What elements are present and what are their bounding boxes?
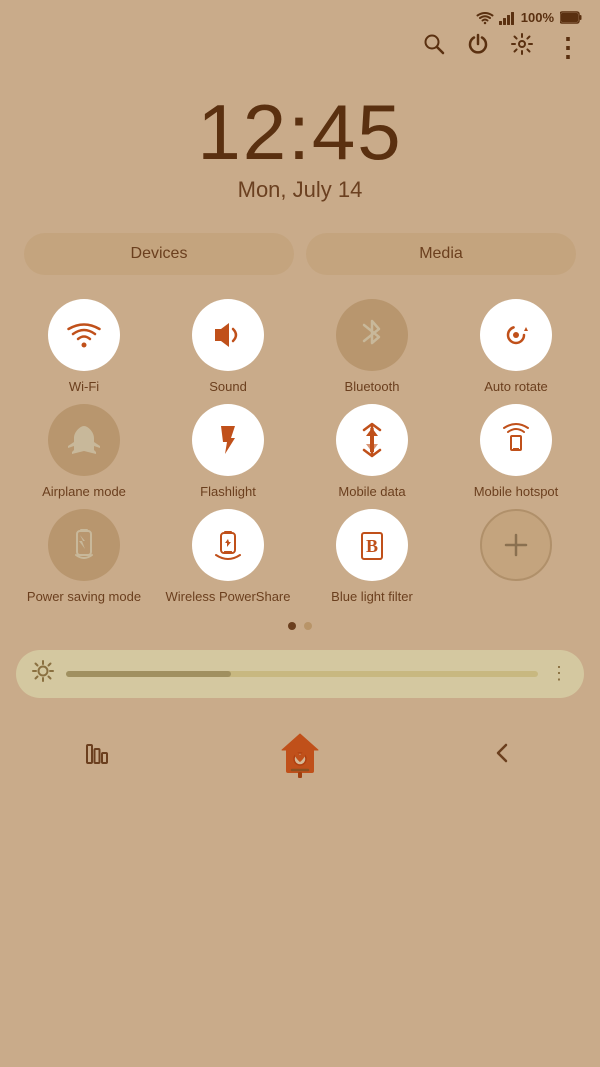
mobiledata-label: Mobile data: [338, 484, 405, 501]
status-bar: 100%: [0, 0, 600, 29]
signal-icons: [475, 11, 515, 25]
sound-label: Sound: [209, 379, 247, 396]
airplane-icon-circle: [48, 404, 120, 476]
signal-bars-icon: [499, 11, 515, 25]
wifi-icon-circle: [48, 299, 120, 371]
bluetooth-label: Bluetooth: [345, 379, 400, 396]
toggle-bluelightfilter[interactable]: B Blue light filter: [304, 509, 440, 606]
toggle-add[interactable]: [448, 509, 584, 606]
search-icon[interactable]: [423, 33, 445, 61]
flashlight-label: Flashlight: [200, 484, 256, 501]
recent-apps-icon[interactable]: [85, 741, 109, 771]
brightness-icon: [32, 660, 54, 688]
bluelight-icon-circle: B: [336, 509, 408, 581]
add-icon-circle: [480, 509, 552, 581]
settings-icon[interactable]: [511, 33, 533, 61]
sound-icon-circle: [192, 299, 264, 371]
wirelessshare-icon-circle: [192, 509, 264, 581]
toggle-powersaving[interactable]: Power saving mode: [16, 509, 152, 606]
mobilehotspot-label: Mobile hotspot: [474, 484, 559, 501]
powersaving-label: Power saving mode: [27, 589, 141, 606]
toggle-wirelesspowershare[interactable]: Wireless PowerShare: [160, 509, 296, 606]
svg-text:B: B: [366, 536, 378, 556]
toggle-wifi[interactable]: Wi-Fi: [16, 299, 152, 396]
airplane-label: Airplane mode: [42, 484, 126, 501]
wifi-status-icon: [475, 11, 495, 25]
bluetooth-icon-circle: [336, 299, 408, 371]
brightness-fill: [66, 671, 231, 677]
toggle-autorotate[interactable]: Auto rotate: [448, 299, 584, 396]
tabs-row: Devices Media: [0, 233, 600, 299]
flashlight-icon-circle: [192, 404, 264, 476]
toggle-airplane[interactable]: Airplane mode: [16, 404, 152, 501]
battery-icon: [560, 11, 582, 24]
mobilehotspot-icon-circle: [480, 404, 552, 476]
back-button[interactable]: [491, 741, 515, 771]
page-dots: [0, 606, 600, 642]
bluelight-label: Blue light filter: [331, 589, 413, 606]
autorotate-icon-circle: [480, 299, 552, 371]
toggles-grid: Wi-Fi Sound Bluetooth Auto rotat: [0, 299, 600, 606]
top-icons-row: ⋮: [0, 29, 600, 73]
clock-time: 12:45: [0, 93, 600, 171]
clock-date: Mon, July 14: [0, 177, 600, 203]
clock-area: 12:45 Mon, July 14: [0, 73, 600, 233]
brightness-track[interactable]: [66, 671, 538, 677]
power-icon[interactable]: [467, 33, 489, 61]
page-dot-2: [304, 622, 312, 630]
tab-media[interactable]: Media: [306, 233, 576, 275]
toggle-mobiledata[interactable]: Mobile data: [304, 404, 440, 501]
wifi-label: Wi-Fi: [69, 379, 99, 396]
tab-devices[interactable]: Devices: [24, 233, 294, 275]
home-button[interactable]: [278, 732, 322, 780]
toggle-bluetooth[interactable]: Bluetooth: [304, 299, 440, 396]
toggle-flashlight[interactable]: Flashlight: [160, 404, 296, 501]
page-dot-1: [288, 622, 296, 630]
more-icon[interactable]: ⋮: [555, 34, 582, 60]
toggle-mobilehotspot[interactable]: Mobile hotspot: [448, 404, 584, 501]
wirelessshare-label: Wireless PowerShare: [166, 589, 291, 606]
battery-percentage: 100%: [521, 10, 554, 25]
brightness-more-icon[interactable]: ⋮: [550, 663, 568, 684]
powersave-icon-circle: [48, 509, 120, 581]
mobiledata-icon-circle: [336, 404, 408, 476]
brightness-bar[interactable]: ⋮: [16, 650, 584, 698]
toggle-sound[interactable]: Sound: [160, 299, 296, 396]
bottom-nav: [0, 714, 600, 804]
autorotate-label: Auto rotate: [484, 379, 548, 396]
